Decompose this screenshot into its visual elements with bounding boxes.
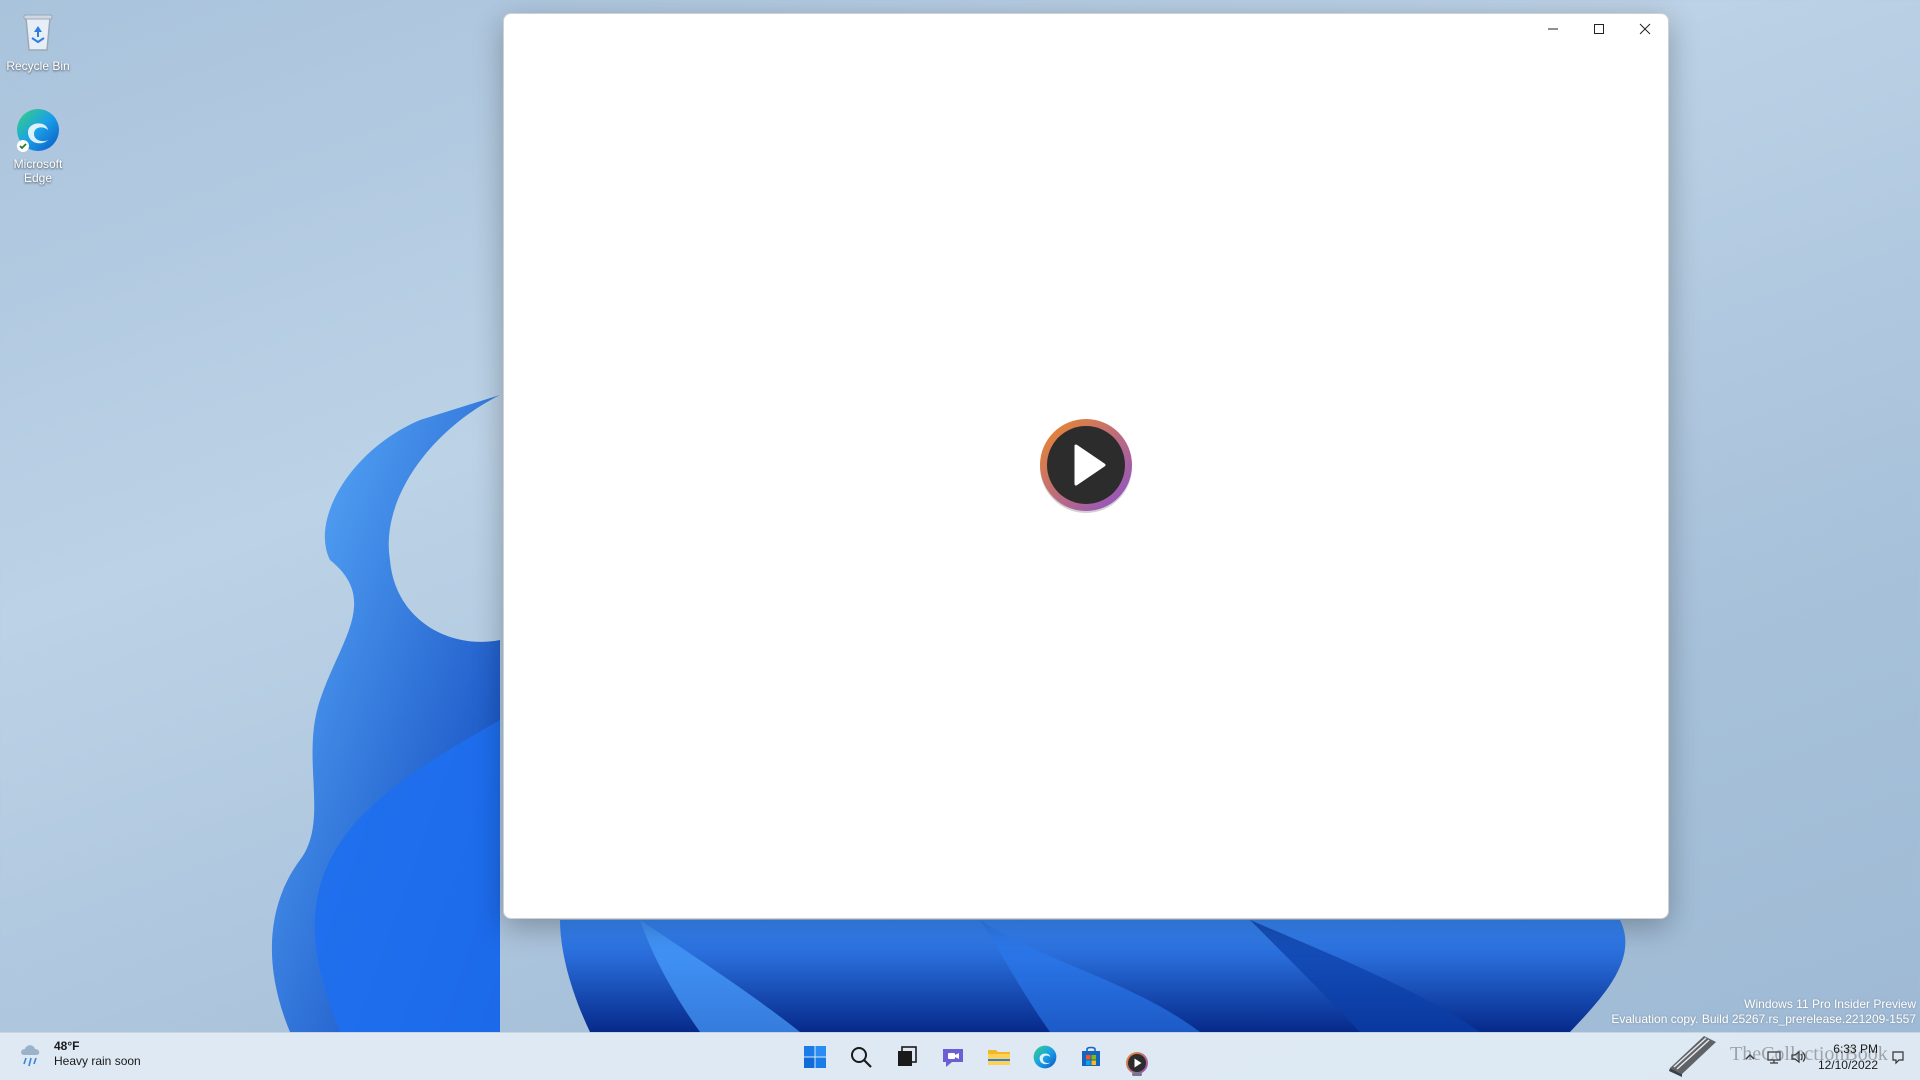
watermark-line: Evaluation copy. Build 25267.rs_prerelea… — [1611, 1012, 1916, 1026]
build-watermark: Windows 11 Pro Insider Preview Evaluatio… — [1611, 997, 1916, 1027]
close-button[interactable] — [1622, 14, 1668, 44]
maximize-icon — [1594, 24, 1604, 34]
desktop-icon-label: Recycle Bin — [6, 59, 70, 73]
player-taskbar-button[interactable] — [1114, 1037, 1160, 1077]
edge-icon — [1033, 1045, 1057, 1069]
chat-icon — [943, 1049, 963, 1067]
desktop-icon-recycle-bin[interactable]: Recycle Bin — [4, 8, 72, 73]
rain-cloud-icon — [21, 1045, 40, 1067]
weather-condition: Heavy rain soon — [54, 1054, 141, 1068]
task-view-button[interactable] — [884, 1037, 930, 1077]
task-view-icon — [898, 1046, 917, 1066]
app-window[interactable] — [503, 13, 1669, 919]
minimize-icon — [1548, 28, 1558, 30]
desktop-icon-label: Microsoft Edge — [13, 157, 63, 185]
edge-icon — [17, 109, 59, 152]
maximize-button[interactable] — [1576, 14, 1622, 44]
store-icon — [1082, 1046, 1100, 1066]
store-button[interactable] — [1068, 1037, 1114, 1077]
notification-icon — [1892, 1051, 1904, 1065]
folder-icon — [988, 1050, 1010, 1065]
search-button[interactable] — [838, 1037, 884, 1077]
title-bar[interactable] — [1530, 14, 1668, 44]
desktop-icon-edge[interactable]: Microsoft Edge — [4, 106, 72, 185]
file-explorer-button[interactable] — [976, 1037, 1022, 1077]
play-logo-icon — [1040, 419, 1132, 513]
taskbar: 48°F Heavy rain soon 6:33 PM 12/10/2022 — [0, 1032, 1920, 1080]
weather-temperature: 48°F — [54, 1039, 80, 1053]
notifications-button[interactable] — [1886, 1045, 1910, 1069]
windows-start-icon — [804, 1046, 826, 1068]
chat-button[interactable] — [930, 1037, 976, 1077]
collection-book-watermark: TheCollectionBook — [1730, 1043, 1888, 1065]
edge-taskbar-button[interactable] — [1022, 1037, 1068, 1077]
book-logo-icon — [1669, 1036, 1716, 1077]
watermark-line: Windows 11 Pro Insider Preview — [1744, 997, 1916, 1011]
minimize-button[interactable] — [1530, 14, 1576, 44]
recycle-bin-icon — [23, 14, 53, 51]
start-button[interactable] — [792, 1037, 838, 1077]
close-icon — [1639, 23, 1651, 35]
play-icon — [1126, 1052, 1148, 1074]
search-icon — [851, 1047, 872, 1068]
weather-widget[interactable]: 48°F Heavy rain soon — [16, 1039, 141, 1069]
active-indicator — [1132, 1073, 1142, 1076]
taskbar-pinned-apps — [792, 1033, 1160, 1080]
